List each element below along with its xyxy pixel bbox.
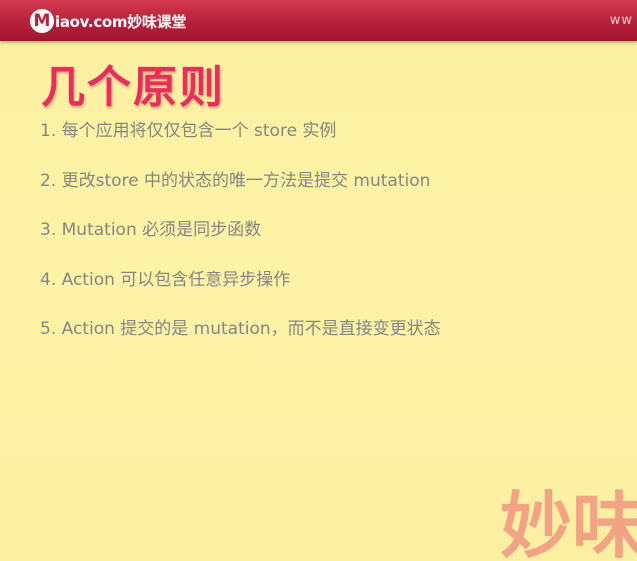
slide-title: 几个原则 — [41, 62, 225, 113]
watermark: 妙味 — [500, 484, 637, 561]
rule-item-4: 4. Action 可以包含任意异步操作 — [40, 269, 291, 290]
rule-item-3: 3. Mutation 必须是同步函数 — [40, 220, 262, 240]
brand-mark-icon: M — [30, 9, 54, 33]
rule-item-5: 5. Action 提交的是 mutation，而不是直接变更状态 — [40, 319, 441, 339]
slide-page: M iaov.com妙味课堂 ww 几个原则 1. 每个应用将仅仅包含一个 st… — [0, 0, 637, 561]
brand-logo: M iaov.com妙味课堂 — [30, 8, 186, 34]
header-url: ww — [609, 13, 633, 28]
brand-text: iaov.com妙味课堂 — [55, 12, 187, 31]
header-bar: M iaov.com妙味课堂 ww — [0, 0, 637, 41]
rule-item-1: 1. 每个应用将仅仅包含一个 store 实例 — [40, 121, 337, 141]
rule-item-2: 2. 更改store 中的状态的唯一方法是提交 mutation — [40, 170, 431, 191]
rules-list: 1. 每个应用将仅仅包含一个 store 实例 2. 更改store 中的状态的… — [40, 118, 441, 366]
